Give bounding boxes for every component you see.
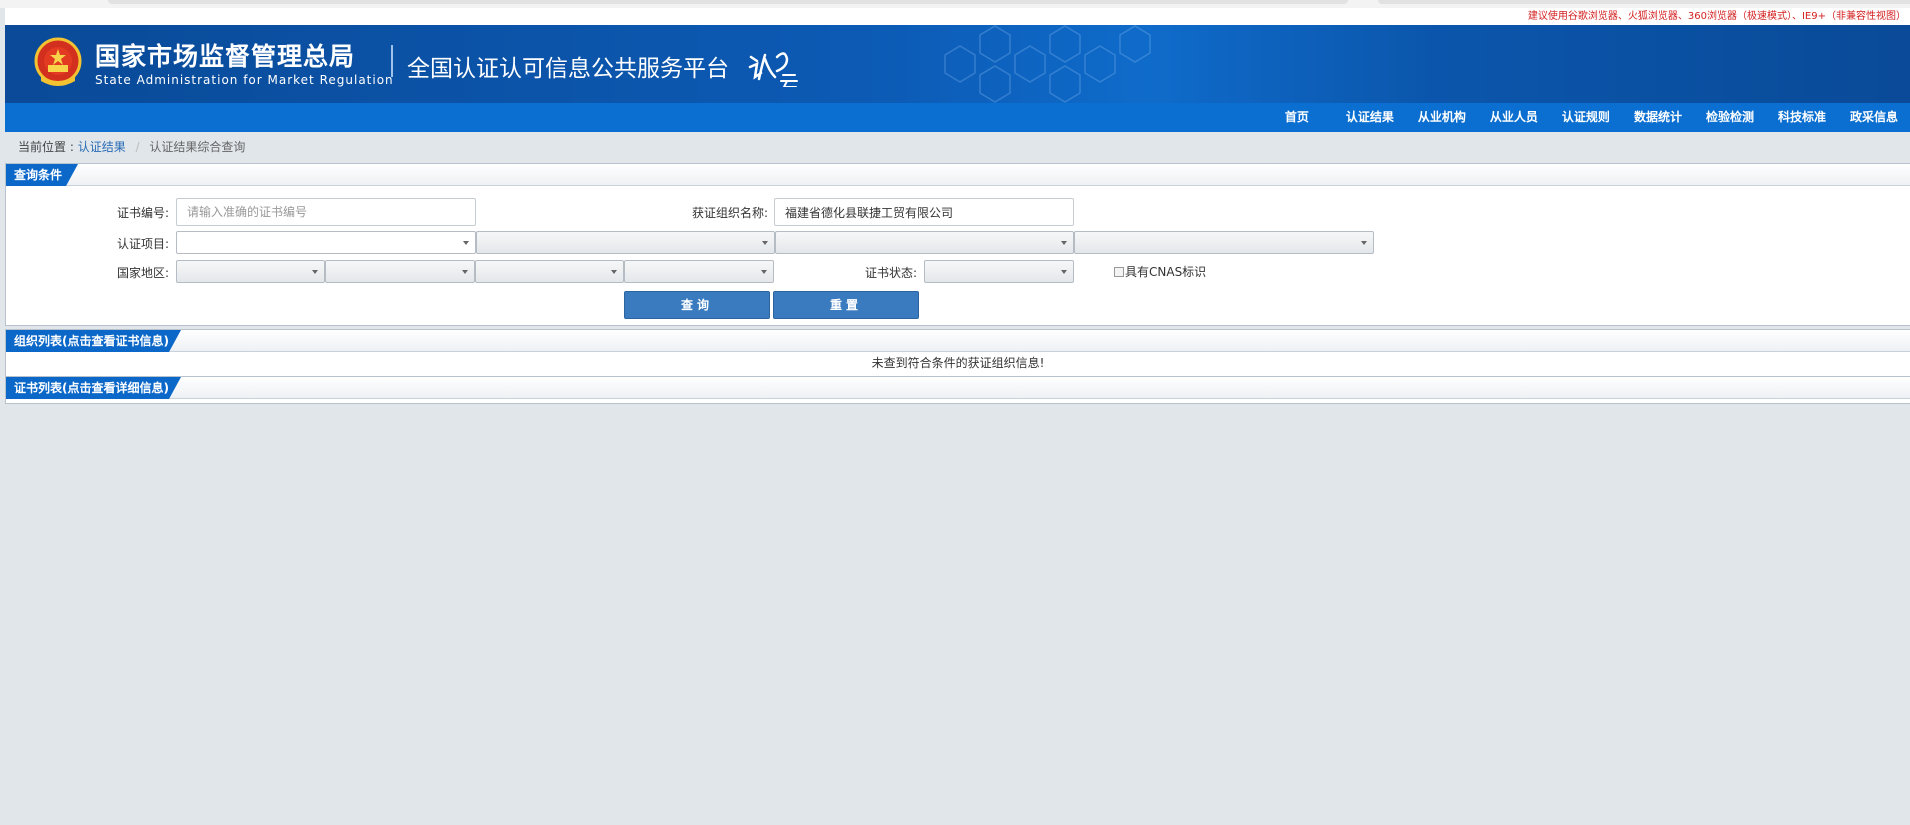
- project-label: 认证项目:: [117, 237, 170, 251]
- breadcrumb-prefix: 当前位置 :: [18, 140, 74, 154]
- hexagon-decoration: [944, 25, 1151, 103]
- org-name-en: State Administration for Market Regulati…: [95, 73, 394, 87]
- nav-item-personnel[interactable]: 从业人员: [1478, 103, 1550, 132]
- national-emblem-icon: [34, 37, 82, 86]
- cnas-label: 具有CNAS标识: [1125, 265, 1207, 279]
- browser-notice: 建议使用谷歌浏览器、火狐浏览器、360浏览器（极速模式）、IE9+（非兼容性视图…: [5, 8, 1910, 25]
- region-select-3[interactable]: [475, 260, 624, 283]
- main-nav: 首页 认证结果 从业机构 从业人员 认证规则 数据统计 检验检测 科技标准 政采…: [5, 103, 1910, 132]
- browser-tab-edge: [1378, 0, 1910, 4]
- nav-item-cert-rules[interactable]: 认证规则: [1550, 103, 1622, 132]
- org-list-title: 组织列表(点击查看证书信息): [6, 330, 181, 352]
- nav-item-procurement[interactable]: 政采信息: [1838, 103, 1910, 132]
- status-select[interactable]: [924, 260, 1074, 283]
- chevron-down-icon: [312, 270, 318, 274]
- renyun-logo-icon: [748, 52, 798, 87]
- nav-item-standards[interactable]: 科技标准: [1766, 103, 1838, 132]
- browser-chrome-strip: [0, 0, 1910, 8]
- query-panel-title: 查询条件: [6, 164, 78, 186]
- chevron-down-icon: [1361, 241, 1367, 245]
- org-name-input[interactable]: [774, 198, 1074, 226]
- region-select-4[interactable]: [624, 260, 774, 283]
- nav-item-inspection[interactable]: 检验检测: [1694, 103, 1766, 132]
- nav-item-institutions[interactable]: 从业机构: [1406, 103, 1478, 132]
- cnas-checkbox-wrap[interactable]: 具有CNAS标识: [1114, 263, 1206, 280]
- region-label: 国家地区:: [117, 266, 170, 280]
- org-list-header: 组织列表(点击查看证书信息): [6, 330, 1910, 352]
- breadcrumb-link-cert-results[interactable]: 认证结果: [78, 140, 126, 154]
- chevron-down-icon: [462, 270, 468, 274]
- project-select-4[interactable]: [1074, 231, 1374, 254]
- page: 建议使用谷歌浏览器、火狐浏览器、360浏览器（极速模式）、IE9+（非兼容性视图…: [5, 8, 1910, 825]
- cert-list-title: 证书列表(点击查看详细信息): [6, 377, 181, 399]
- platform-title: 全国认证认可信息公共服务平台: [407, 56, 729, 82]
- nav-item-home[interactable]: 首页: [1273, 103, 1334, 132]
- browser-tab-edge: [108, 0, 1348, 4]
- region-select-2[interactable]: [325, 260, 475, 283]
- nav-item-statistics[interactable]: 数据统计: [1622, 103, 1694, 132]
- cert-list-header: 证书列表(点击查看详细信息): [6, 377, 1910, 399]
- breadcrumb-current: 认证结果综合查询: [149, 140, 246, 154]
- project-select-3[interactable]: [775, 231, 1074, 254]
- org-name-cn: 国家市场监督管理总局: [95, 42, 356, 71]
- cert-no-label: 证书编号:: [117, 206, 170, 220]
- site-header: 国家市场监督管理总局 State Administration for Mark…: [5, 25, 1910, 103]
- reset-button[interactable]: 重置: [773, 291, 919, 319]
- chevron-down-icon: [761, 270, 767, 274]
- cnas-checkbox[interactable]: [1114, 266, 1124, 277]
- query-panel: 查询条件 证书编号: 获证组织名称: 认证项目: 国家地区: 证书状态: 具有C…: [5, 163, 1910, 326]
- breadcrumb-separator: /: [135, 140, 140, 154]
- query-panel-header: 查询条件: [6, 164, 1910, 186]
- org-list-panel: 组织列表(点击查看证书信息): [5, 329, 1910, 352]
- chevron-down-icon: [1061, 270, 1067, 274]
- org-name-label: 获证组织名称:: [692, 206, 769, 220]
- breadcrumb: 当前位置 : 认证结果 / 认证结果综合查询: [5, 132, 1910, 162]
- project-select-2[interactable]: [476, 231, 775, 254]
- cert-list-panel: 证书列表(点击查看详细信息): [5, 376, 1910, 404]
- chevron-down-icon: [762, 241, 768, 245]
- nav-item-cert-results[interactable]: 认证结果: [1334, 103, 1406, 132]
- org-list-empty-message: 未查到符合条件的获证组织信息!: [5, 352, 1910, 376]
- status-label: 证书状态:: [865, 266, 918, 280]
- search-button[interactable]: 查询: [624, 291, 770, 319]
- header-divider: [391, 45, 393, 77]
- chevron-down-icon: [1061, 241, 1067, 245]
- region-select-1[interactable]: [176, 260, 325, 283]
- chevron-down-icon: [463, 241, 469, 245]
- project-select-1[interactable]: [176, 231, 476, 254]
- cert-no-input[interactable]: [176, 198, 476, 226]
- chevron-down-icon: [611, 270, 617, 274]
